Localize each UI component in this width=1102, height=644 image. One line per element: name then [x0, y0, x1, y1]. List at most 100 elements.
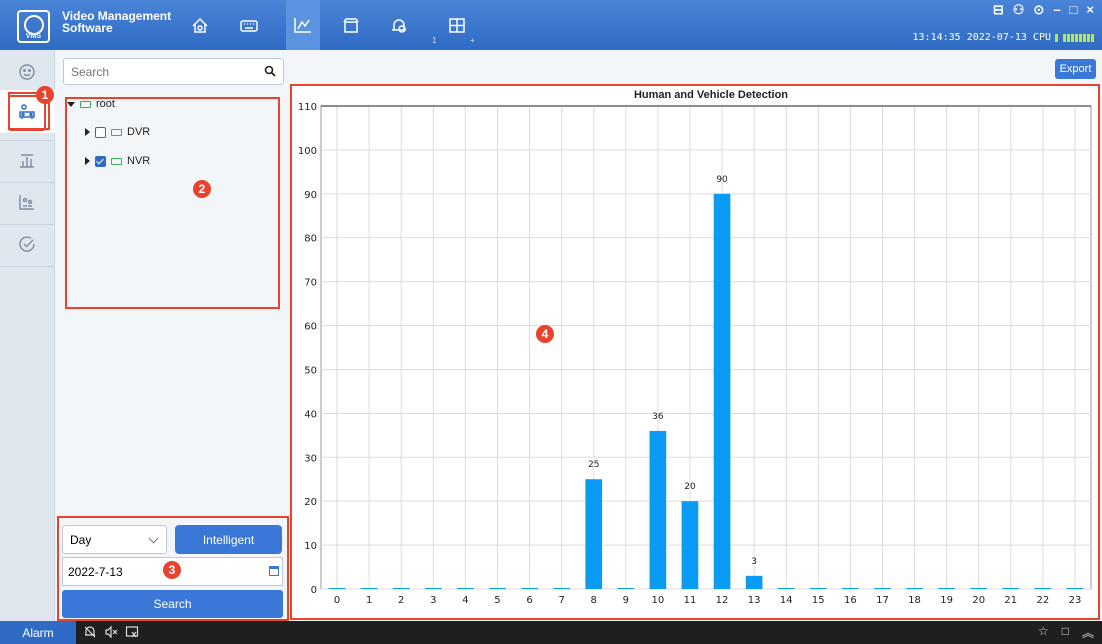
window-icon[interactable]: □: [1062, 624, 1069, 641]
window-controls: ⊟ ⚇ ⊙ – □ ×: [993, 2, 1094, 18]
y-tick-label: 60: [304, 322, 317, 333]
period-select-value: Day: [70, 533, 92, 547]
volume-mute-icon[interactable]: [104, 625, 118, 639]
bar: [842, 588, 859, 589]
bar: [713, 193, 731, 589]
bar-value-label: 3: [751, 557, 757, 567]
bar: [617, 588, 635, 589]
title-bar: VMS Video Management Software 1 + ⊟ ⚇ ⊙ …: [0, 0, 1102, 50]
y-tick-label: 80: [304, 234, 317, 245]
bar-value-label: 20: [684, 482, 696, 492]
people-count-icon[interactable]: [8, 184, 46, 220]
nvr-checkbox[interactable]: [95, 155, 106, 167]
home-icon[interactable]: [183, 10, 217, 42]
chart-container: 0 10 20 30 40 50 60 70 80 90 100 110 0 1 2 3 4 5 6 7 8 9 10 11 1…: [291, 84, 1099, 619]
x-tick-label: 4: [462, 595, 468, 606]
x-tick-label: 13: [748, 595, 761, 606]
face-icon[interactable]: [8, 54, 46, 90]
search-input[interactable]: [64, 59, 254, 84]
monitor-icon[interactable]: ⊟: [993, 2, 1004, 18]
bar: [649, 430, 667, 589]
x-tick-label: 8: [591, 595, 597, 606]
pin-icon[interactable]: ☆: [1038, 624, 1049, 641]
bar-value-label: 36: [652, 412, 664, 422]
chart-area: Export 0 10 20 30 40 50 60 70 80 90 100 110 0 1 2 3 4 5 6 7…: [289, 50, 1102, 621]
bar-value-label: 90: [716, 175, 728, 185]
user-icon[interactable]: ⚇: [1013, 2, 1025, 18]
x-tick-label: 16: [844, 595, 857, 606]
minimize-button[interactable]: –: [1053, 2, 1060, 18]
check-icon[interactable]: [8, 226, 46, 262]
x-tick-label: 6: [526, 595, 532, 606]
tree-node-label: DVR: [127, 126, 151, 138]
bar: [906, 588, 923, 589]
storage-icon[interactable]: [334, 10, 368, 42]
expand-up-icon[interactable]: ︽: [1082, 624, 1094, 641]
period-select[interactable]: Day: [62, 525, 167, 554]
collapse-icon[interactable]: [67, 101, 75, 107]
expand-icon[interactable]: [85, 128, 90, 136]
y-tick-label: 110: [298, 102, 317, 113]
x-tick-label: 7: [558, 595, 564, 606]
y-tick-label: 40: [304, 409, 317, 420]
x-tick-label: 0: [334, 595, 340, 606]
x-tick-label: 5: [494, 595, 500, 606]
y-tick-label: 0: [311, 585, 317, 596]
keyboard-icon[interactable]: [232, 10, 266, 42]
bar: [938, 588, 955, 589]
search-box: [63, 58, 284, 85]
bar: [392, 588, 410, 589]
x-tick-label: 17: [876, 595, 889, 606]
dvr-checkbox[interactable]: [95, 126, 106, 138]
x-tick-label: 21: [1004, 595, 1017, 606]
y-tick-label: 90: [304, 190, 317, 201]
bar-value-label: 25: [588, 460, 599, 470]
expand-icon[interactable]: [85, 157, 90, 165]
nav-sub-label: 1: [432, 36, 437, 45]
x-tick-label: 14: [780, 595, 793, 606]
bar: [424, 588, 442, 589]
bar: [489, 588, 506, 589]
settings-icon[interactable]: ⊙: [1033, 2, 1044, 18]
alarm-mute-icon[interactable]: [83, 625, 97, 639]
taskbar: Alarm ☆ □ ︽: [0, 621, 1102, 644]
bar: [360, 588, 378, 589]
marker-1: 1: [36, 86, 54, 104]
intelligent-button[interactable]: Intelligent: [175, 525, 282, 554]
chart-icon[interactable]: [286, 0, 320, 50]
calendar-icon[interactable]: [269, 566, 279, 576]
x-tick-label: 11: [684, 595, 697, 606]
alarm-settings-icon[interactable]: [382, 10, 416, 42]
cpu-usage-bar: [1055, 33, 1094, 42]
bar: [1034, 588, 1052, 589]
bar: [457, 588, 474, 589]
x-tick-label: 23: [1069, 595, 1082, 606]
screen-off-icon[interactable]: [125, 625, 139, 639]
x-tick-label: 15: [812, 595, 825, 606]
y-tick-label: 20: [304, 497, 317, 508]
plot-frame: [320, 105, 1092, 590]
alarm-button[interactable]: Alarm: [0, 621, 76, 644]
plus-icon[interactable]: +: [470, 36, 475, 45]
app-logo: VMS: [17, 10, 50, 43]
bar: [553, 588, 570, 589]
search-icon[interactable]: [264, 65, 276, 77]
tree-node-root[interactable]: root: [67, 96, 115, 112]
statistics-icon[interactable]: [8, 142, 46, 178]
x-tick-label: 3: [430, 595, 436, 606]
app-name-line2: Software: [62, 21, 113, 35]
status-readout: 13:14:35 2022-07-13 CPU: [913, 32, 1094, 43]
tree-node-nvr[interactable]: NVR: [85, 153, 150, 169]
x-tick-label: 19: [940, 595, 953, 606]
bar: [681, 501, 699, 589]
x-tick-label: 20: [972, 595, 985, 606]
layout-icon[interactable]: [440, 10, 474, 42]
maximize-button[interactable]: □: [1070, 2, 1078, 18]
export-button[interactable]: Export: [1055, 59, 1096, 79]
marker-3: 3: [163, 561, 181, 579]
x-tick-label: 22: [1037, 595, 1050, 606]
search-button[interactable]: Search: [62, 590, 283, 618]
y-tick-label: 100: [298, 146, 317, 157]
tree-node-dvr[interactable]: DVR: [85, 124, 150, 140]
close-button[interactable]: ×: [1086, 2, 1094, 18]
